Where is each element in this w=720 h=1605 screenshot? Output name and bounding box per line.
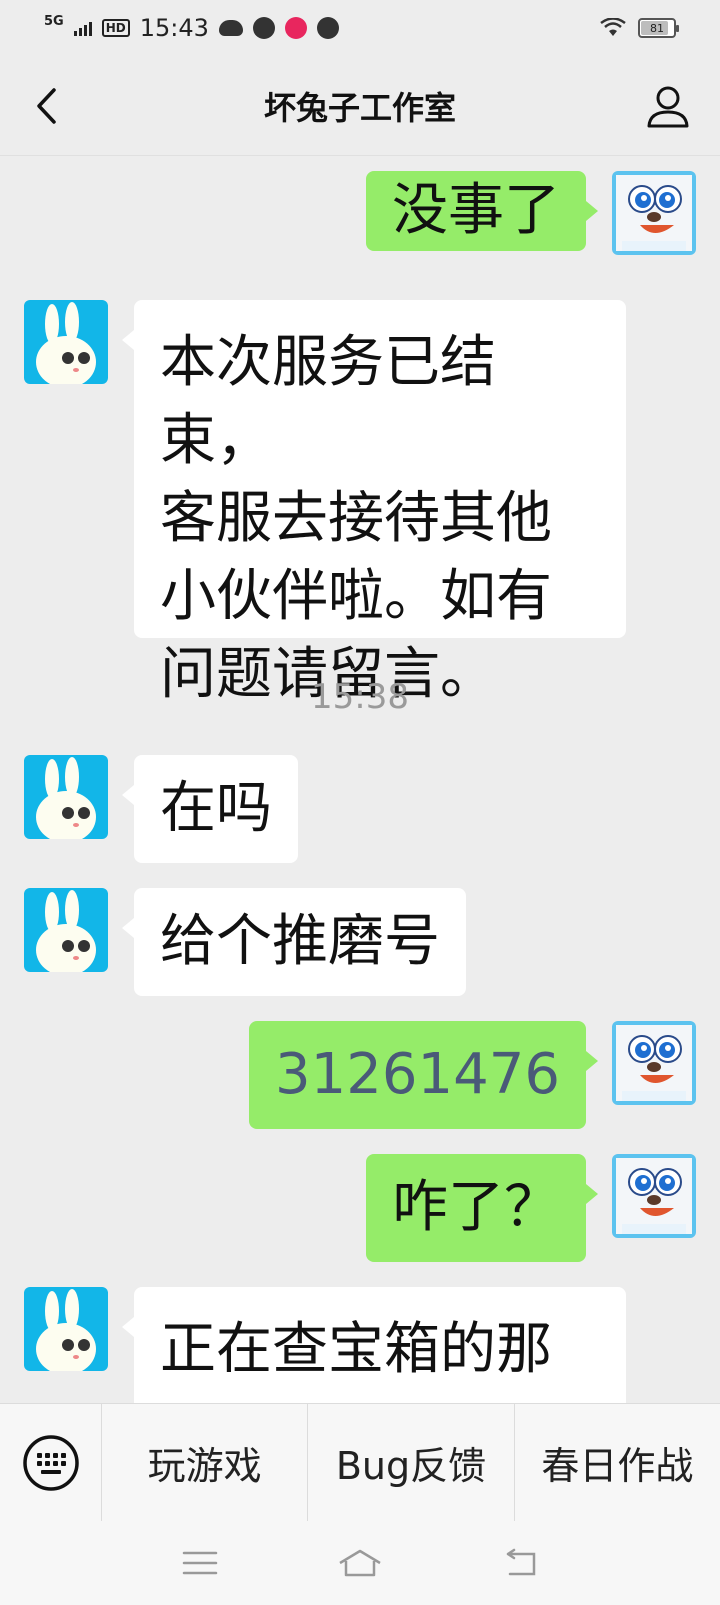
bot-avatar[interactable] <box>24 755 108 839</box>
outgoing-message[interactable]: 咋了？ <box>366 1154 598 1262</box>
network-type: 5G <box>44 13 64 29</box>
incoming-message[interactable]: 正在查宝箱的那 <box>122 1287 626 1403</box>
status-bar: 5G HD 15:43 81 <box>0 0 720 56</box>
message-text: 给个推磨号 <box>160 909 440 974</box>
outgoing-message[interactable]: 没事了 <box>366 171 598 251</box>
hd-badge: HD <box>101 19 130 37</box>
battery-icon: 81 <box>638 18 679 38</box>
bot-avatar[interactable] <box>24 1287 108 1371</box>
signal-icon <box>73 20 92 36</box>
message-text: 在吗 <box>160 776 272 841</box>
home-icon <box>339 1549 381 1577</box>
message-line: 小伙伴啦。如有 <box>160 564 552 629</box>
message-line: 客服去接待其他 <box>160 486 552 551</box>
incoming-message[interactable]: 在吗 <box>122 755 298 863</box>
message-text: 31261476 <box>274 1042 560 1107</box>
home-button[interactable] <box>330 1543 390 1583</box>
message-timestamp: 15:38 <box>311 677 409 717</box>
incoming-message[interactable]: 给个推磨号 <box>122 888 466 996</box>
compass-icon <box>316 17 339 39</box>
my-avatar[interactable] <box>612 171 696 255</box>
status-time: 15:43 <box>139 14 209 42</box>
message-text: 咋了？ <box>392 1175 560 1240</box>
chat-header: 坏兔子工作室 <box>0 56 720 156</box>
cloud-icon <box>218 20 243 36</box>
menu-item-bug-report[interactable]: Bug反馈 <box>308 1403 515 1522</box>
message-line: 正在查宝箱的那 <box>160 1317 552 1382</box>
battery-level: 81 <box>650 21 664 35</box>
chat-title: 坏兔子工作室 <box>263 88 456 127</box>
message-body: 本次服务已结束， 客服去接待其他 小伙伴啦。如有 问题请留言。 <box>160 324 600 714</box>
wifi-icon <box>600 18 626 36</box>
message-text: 没事了 <box>392 178 560 243</box>
outgoing-message[interactable]: 31261476 <box>248 1021 599 1129</box>
bot-avatar[interactable] <box>24 300 108 384</box>
back-nav-button[interactable] <box>490 1543 550 1583</box>
bot-avatar[interactable] <box>24 888 108 972</box>
system-nav-bar <box>0 1521 720 1605</box>
message-line: 本次服务已结束， <box>160 330 496 473</box>
my-avatar[interactable] <box>612 1021 696 1105</box>
keyboard-icon <box>22 1434 79 1491</box>
service-menu-bar: 玩游戏 Bug反馈 春日作战 <box>0 1403 720 1522</box>
back-icon <box>506 1548 536 1576</box>
profile-button[interactable] <box>644 82 692 130</box>
menu-item-play-game[interactable]: 玩游戏 <box>102 1403 309 1522</box>
my-avatar[interactable] <box>612 1154 696 1238</box>
back-button[interactable] <box>26 82 66 130</box>
user-icon <box>647 86 689 128</box>
recent-apps-button[interactable] <box>170 1543 230 1583</box>
menu-item-spring-battle[interactable]: 春日作战 <box>515 1404 720 1522</box>
chevron-left-icon <box>37 88 56 124</box>
incoming-message[interactable]: 本次服务已结束， 客服去接待其他 小伙伴啦。如有 问题请留言。 <box>122 300 626 707</box>
message-body: 正在查宝箱的那 <box>160 1311 552 1389</box>
keyboard-toggle-button[interactable] <box>0 1403 102 1522</box>
app-icon <box>284 17 307 39</box>
chat-area[interactable]: 没事了 本次服务已结束， 客服去接待其他 小伙伴啦。如有 问题请留言。 15:3… <box>0 157 720 1403</box>
menu-icon <box>182 1551 218 1575</box>
music-icon <box>252 17 275 39</box>
